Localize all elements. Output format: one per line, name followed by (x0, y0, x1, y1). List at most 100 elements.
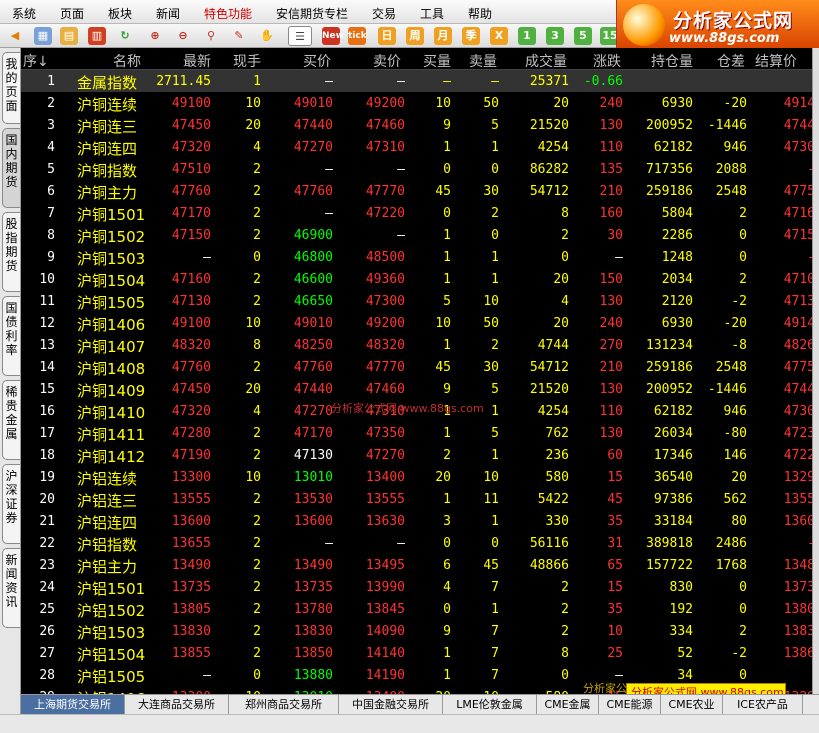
table-row[interactable]: 22沪铝指数136552——0056116313898182486- (21, 532, 812, 554)
row-settle: 1329 (783, 470, 812, 485)
side-tab-domestic-futures[interactable]: 国内期货 (2, 128, 20, 208)
table-header: 序↓ 名称 最新 现手 买价 卖价 买量 卖量 成交量 涨跌 持仓量 仓差 结算… (21, 48, 812, 70)
side-tab-precious-metals[interactable]: 稀贵金属 (2, 380, 20, 460)
tab-lme[interactable]: LME伦敦金属 (443, 695, 537, 714)
side-tab-news[interactable]: 新闻资讯 (2, 548, 20, 628)
table-row[interactable]: 19 沪铝连续 13300 10 13010 13400 20 10 580 15 36540 20 1… (21, 466, 812, 488)
menu-news[interactable]: 新闻 (156, 5, 180, 22)
period-week-button[interactable]: 周 (406, 27, 424, 45)
row-turnover: 54712 (529, 184, 569, 199)
menu-page[interactable]: 页面 (60, 5, 84, 22)
tick-chart-icon[interactable]: tick (348, 27, 367, 45)
tab-ice-agri[interactable]: ICE农产品 (723, 695, 803, 714)
table-row[interactable]: 5沪铜指数475102——00862821357173562088- (21, 158, 812, 180)
menu-anxin-column[interactable]: 安信期货专栏 (276, 5, 348, 22)
header-change[interactable]: 涨跌 (581, 51, 621, 71)
side-tab-index-futures[interactable]: 股指期货 (2, 212, 20, 292)
table-row[interactable]: 4 沪铜连四 47320 4 47270 47310 1 1 4254 110 62182 946 47… (21, 136, 812, 158)
table-row[interactable]: 7 沪铜1501 47170 2—47220 0 2 8 160 5804 2 4716 (21, 202, 812, 224)
hand-icon[interactable]: ✋ (258, 27, 276, 45)
new-badge-icon[interactable]: New (322, 27, 344, 45)
table-row[interactable]: 13 沪铜1407 48320 8 48250 48320 1 2 4744 270 131234-… (21, 334, 812, 356)
row-turnover: 20 (553, 316, 569, 331)
table-row[interactable]: 24 沪铝1501 13735 2 13735 13990 4 7 2 15 830 0 1373 (21, 576, 812, 598)
row-seq: 3 (47, 118, 55, 133)
table-row[interactable]: 1 金属指数 2711.45 1— — — —25371 -0.66 (21, 70, 812, 92)
tab-cme-agri[interactable]: CME农业 (661, 695, 723, 714)
table-row[interactable]: 2 沪铜连续 49100 10 49010 49200 10 50 20 240 6930 -20 49… (21, 92, 812, 114)
row-ask-vol: 30 (483, 184, 499, 199)
tab-cffex[interactable]: 中国金融交易所 (339, 695, 443, 714)
folder-icon[interactable]: ▤ (60, 27, 78, 45)
row-ask: 49200 (365, 96, 405, 111)
period-day-button[interactable]: 日 (378, 27, 396, 45)
tab-czce[interactable]: 郑州商品交易所 (229, 695, 339, 714)
table-row[interactable]: 11 沪铜1505 47130 2 46650 47300 5 10 4 130 2120 -2 471… (21, 290, 812, 312)
row-settle: 4744 (783, 382, 812, 397)
row-bid: 46900 (293, 228, 333, 243)
list-view-icon[interactable]: ☰ (288, 26, 312, 46)
period-month-button[interactable]: 月 (434, 27, 452, 45)
table-row[interactable]: 18 沪铜1412 47190 2 47130 47270 2 1 236 60 17346 146 4… (21, 444, 812, 466)
quote-table[interactable]: 序↓ 名称 最新 现手 买价 卖价 买量 卖量 成交量 涨跌 持仓量 仓差 结算… (21, 48, 812, 694)
header-ask[interactable]: 卖价 (361, 51, 401, 71)
row-settle: 1360 (783, 514, 812, 529)
side-tab-securities[interactable]: 沪深证券 (2, 464, 20, 544)
search-icon[interactable]: ⚲ (202, 27, 220, 45)
menu-special-features[interactable]: 特色功能 (204, 5, 252, 22)
menu-trade[interactable]: 交易 (372, 5, 396, 22)
period-3min-button[interactable]: 3 (546, 27, 564, 45)
refresh-icon[interactable]: ↻ (116, 27, 134, 45)
table-row[interactable]: 25 沪铝1502 13805 2 13780 13845 0 1 2 35 192 0 1380 (21, 598, 812, 620)
row-change: 15 (607, 580, 623, 595)
menu-sector[interactable]: 板块 (108, 5, 132, 22)
header-ask-vol[interactable]: 卖量 (457, 51, 497, 71)
zoom-out-icon[interactable]: ⊖ (174, 27, 192, 45)
header-last[interactable]: 最新 (171, 51, 211, 71)
tab-shfe[interactable]: 上海期货交易所 (21, 695, 125, 714)
side-tab-bond-rates[interactable]: 国债利率 (2, 296, 20, 376)
tab-cme-metals[interactable]: CME金属 (537, 695, 599, 714)
period-1min-button[interactable]: 1 (518, 27, 536, 45)
header-turnover[interactable]: 成交量 (511, 51, 567, 71)
header-bid-vol[interactable]: 买量 (411, 51, 451, 71)
header-seq[interactable]: 序↓ (23, 51, 53, 71)
tab-dce[interactable]: 大连商品交易所 (125, 695, 229, 714)
table-row[interactable]: 27 沪铝1504 13855 2 13850 14140 1 7 8 25 52 -2 1386 (21, 642, 812, 664)
back-arrow-icon[interactable]: ◀ (6, 27, 24, 45)
period-season-button[interactable]: 季 (462, 27, 480, 45)
row-bid-vol: 0 (443, 536, 451, 551)
close-chart-button[interactable]: X (490, 27, 508, 45)
table-row[interactable]: 8 沪铜1502 47150 2 46900—1 0 2 30 2286 0 4715 (21, 224, 812, 246)
side-tab-my-page[interactable]: 我的页面 (2, 52, 20, 124)
menu-help[interactable]: 帮助 (468, 5, 492, 22)
header-oi-change[interactable]: 仓差 (701, 51, 745, 71)
table-row[interactable]: 17 沪铜1411 47280 2 47170 47350 1 5 762 130 26034 -80… (21, 422, 812, 444)
vertical-scrollbar[interactable] (812, 48, 819, 694)
table-row[interactable]: 26 沪铝1503 13830 2 13830 14090 9 7 2 10 334 2 1383 (21, 620, 812, 642)
pen-icon[interactable]: ✎ (230, 27, 248, 45)
table-row[interactable]: 23 沪铝主力 13490 2 13490 13495 6 45 48866 65 157722 17… (21, 554, 812, 576)
table-row[interactable]: 10 沪铜1504 47160 2 46600 49360 1 1 20 150 2034 2 4710 (21, 268, 812, 290)
table-row[interactable]: 12 沪铜1406 49100 10 49010 49200 10 50 20 240 6930 -2… (21, 312, 812, 334)
menu-tools[interactable]: 工具 (420, 5, 444, 22)
header-volume-hand[interactable]: 现手 (221, 51, 261, 71)
row-oi-change: 0 (739, 228, 747, 243)
zoom-in-icon[interactable]: ⊕ (146, 27, 164, 45)
header-settle[interactable]: 结算价 (755, 51, 811, 71)
header-name[interactable]: 名称 (111, 51, 141, 71)
table-row[interactable]: 6 沪铜主力 47760 2 47760 47770 45 30 54712 210 259186 2… (21, 180, 812, 202)
table-row[interactable]: 20 沪铝连三 13555 2 13530 13555 1 11 5422 45 97386 562 1… (21, 488, 812, 510)
menu-system[interactable]: 系统 (12, 5, 36, 22)
chart-icon[interactable]: ▥ (88, 27, 106, 45)
header-bid[interactable]: 买价 (291, 51, 331, 71)
period-5min-button[interactable]: 5 (574, 27, 592, 45)
table-row[interactable]: 9沪铜1503—04680048500110—12480- (21, 246, 812, 268)
table-row[interactable]: 14 沪铜1408 47760 2 47760 47770 45 30 54712 210 2591… (21, 356, 812, 378)
table-row[interactable]: 3 沪铜连三 47450 20 47440 47460 9 5 21520 130 200952 -1… (21, 114, 812, 136)
header-open-interest[interactable]: 持仓量 (637, 51, 693, 71)
tab-cme-energy[interactable]: CME能源 (599, 695, 661, 714)
home-icon[interactable]: ▦ (34, 27, 52, 45)
table-row[interactable]: 21 沪铝连四 13600 2 13600 13630 3 1 330 35 33184 80 1360 (21, 510, 812, 532)
table-row[interactable]: 15 沪铜1409 47450 20 47440 47460 9 5 21520 130 20095… (21, 378, 812, 400)
